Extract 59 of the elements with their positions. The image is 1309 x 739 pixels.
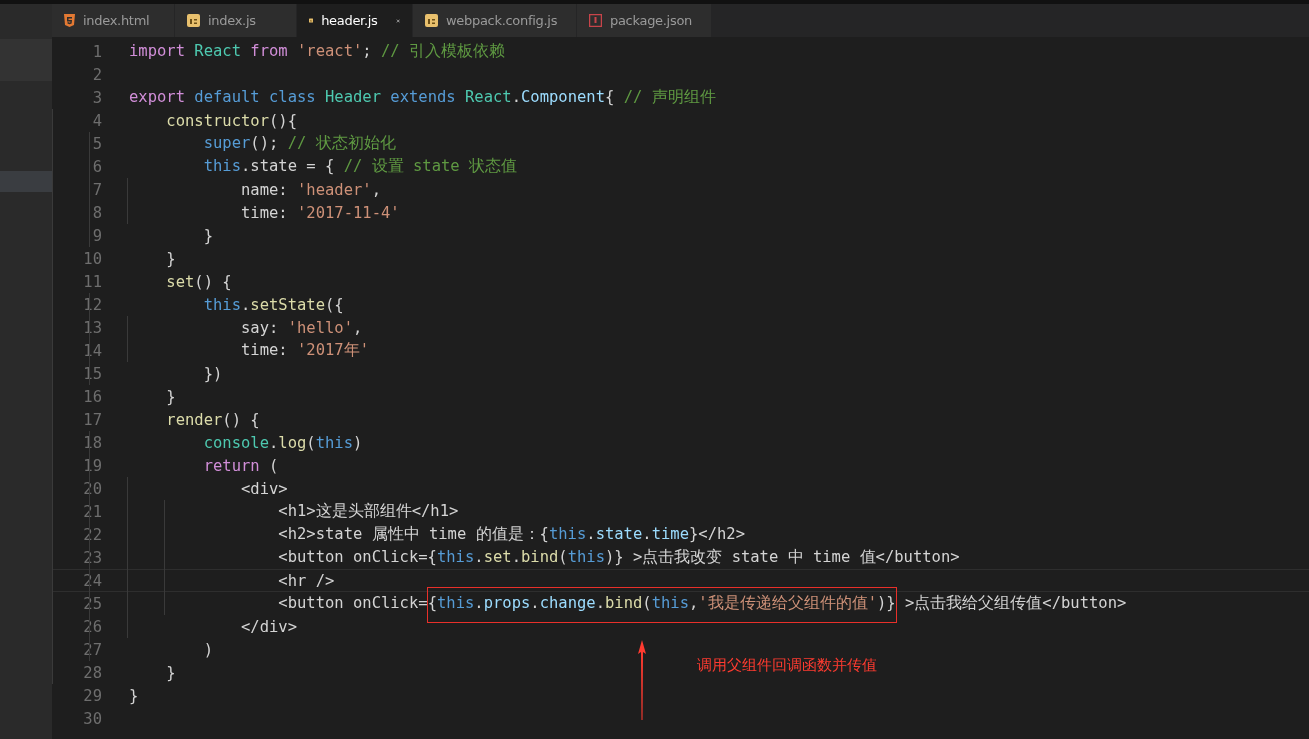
code-line: } <box>202 226 213 245</box>
file-tab[interactable]: index.js <box>175 4 297 37</box>
line-number: 13 <box>82 318 102 337</box>
code-line: } <box>165 387 176 406</box>
line-number: 30 <box>82 709 102 728</box>
code-line: constructor(){ <box>165 111 297 130</box>
code-line: <button onClick={this.set.bind(this)} >点击我改变 state 中 time 值</button> <box>277 547 960 568</box>
annotation-text: 调用父组件回调函数并传值 <box>697 656 877 675</box>
line-number: 14 <box>82 341 102 360</box>
code-line: } <box>165 249 176 268</box>
code-line: import React from 'react'; // 引入模板依赖 <box>129 41 505 62</box>
line-number: 2 <box>91 65 102 84</box>
line-number: 1 <box>91 42 102 61</box>
code-line: <hr /> <box>277 571 335 590</box>
code-line: this.setState({ <box>202 295 344 314</box>
line-number: 29 <box>82 686 102 705</box>
code-line: </div> <box>239 617 297 636</box>
line-number: 15 <box>82 364 102 383</box>
file-tab[interactable]: header.js <box>297 4 413 37</box>
file-tab[interactable]: package.json <box>577 4 712 37</box>
code-line: console.log(this) <box>202 433 363 452</box>
line-number: 3 <box>91 88 102 107</box>
html-file-icon <box>64 14 75 27</box>
code-line: } <box>129 686 139 705</box>
code-line: <h2>state 属性中 time 的值是：{this.state.time}</h2> <box>277 524 745 545</box>
file-tab[interactable]: index.html <box>52 4 175 37</box>
js-file-icon <box>425 14 438 27</box>
line-number: 18 <box>82 433 102 452</box>
line-number: 11 <box>82 272 102 291</box>
line-number: 10 <box>82 249 102 268</box>
code-line: name: 'header', <box>239 180 381 199</box>
json-file-icon <box>589 14 602 27</box>
line-number: 12 <box>82 295 102 314</box>
code-line: ) <box>202 640 213 659</box>
code-line: render() { <box>165 410 260 429</box>
line-number: 28 <box>82 663 102 682</box>
code-line: return ( <box>202 456 279 475</box>
code-line: set() { <box>165 272 232 291</box>
line-number: 7 <box>91 180 102 199</box>
line-number: 19 <box>82 456 102 475</box>
code-line: this.state = { // 设置 state 状态值 <box>202 156 517 177</box>
code-line: export default class Header extends React.Component{ // 声明组件 <box>129 87 716 108</box>
line-number: 9 <box>91 226 102 245</box>
line-number: 16 <box>82 387 102 406</box>
code-line: time: '2017-11-4' <box>239 203 400 222</box>
line-number: 4 <box>91 111 102 130</box>
code-line: say: 'hello', <box>239 318 363 337</box>
line-number: 8 <box>91 203 102 222</box>
code-line: super(); // 状态初始化 <box>202 133 396 154</box>
line-number: 5 <box>91 134 102 153</box>
code-line: <h1>这是头部组件</h1> <box>277 501 459 522</box>
code-line: time: '2017年' <box>239 340 369 361</box>
code-line: } <box>165 663 176 682</box>
file-tab[interactable]: webpack.config.js <box>413 4 577 37</box>
line-number: 6 <box>91 157 102 176</box>
code-line: <div> <box>239 479 288 498</box>
line-number: 17 <box>82 410 102 429</box>
code-line: }) <box>202 364 223 383</box>
js-file-icon <box>187 14 200 27</box>
